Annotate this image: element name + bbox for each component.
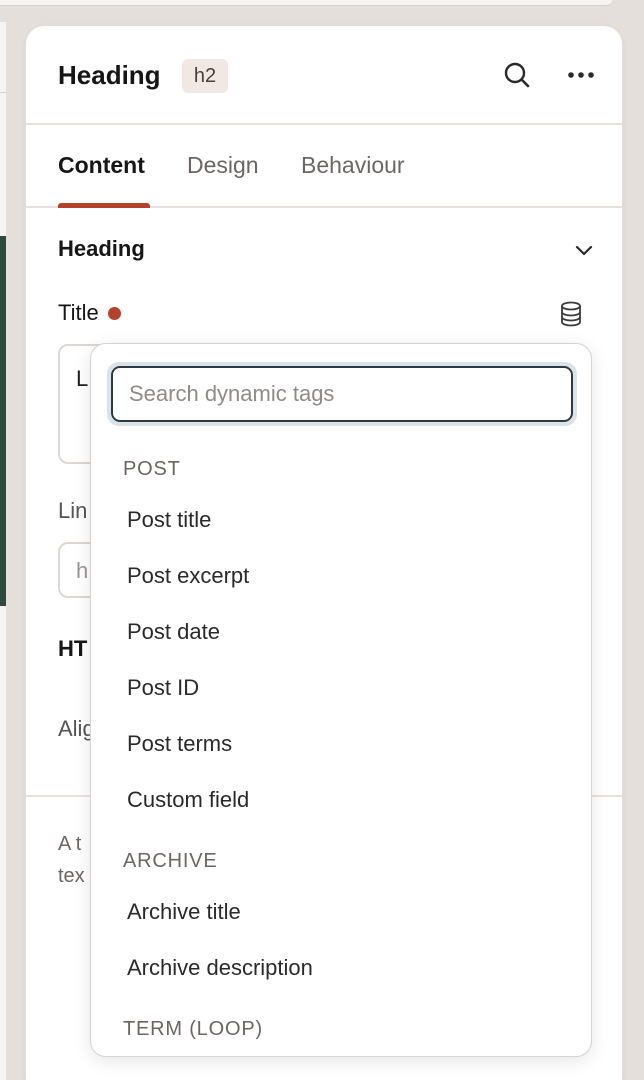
panel-title: Heading xyxy=(58,60,161,90)
active-tab-indicator xyxy=(58,203,150,208)
search-icon xyxy=(504,62,530,88)
dynamic-tags-search-input[interactable] xyxy=(111,366,573,422)
menu-item-post-excerpt[interactable]: Post excerpt xyxy=(113,552,571,600)
chevron-down-icon xyxy=(575,245,593,256)
section-toggle[interactable] xyxy=(570,236,598,264)
database-icon xyxy=(561,301,581,327)
search-button[interactable] xyxy=(500,58,534,92)
tab-content[interactable]: Content xyxy=(58,152,145,179)
menu-item-post-id[interactable]: Post ID xyxy=(113,664,571,712)
group-label-archive: ARCHIVE xyxy=(123,850,218,872)
panel-tabs: Content Design Behaviour xyxy=(26,126,622,208)
menu-item-post-terms[interactable]: Post terms xyxy=(113,720,571,768)
more-options-button[interactable] xyxy=(564,58,598,92)
html-tag-label: HT xyxy=(58,636,88,661)
heading-level-badge: h2 xyxy=(182,59,228,93)
dynamic-tags-dropdown: POST Post title Post excerpt Post date P… xyxy=(90,343,592,1057)
panel-header: Heading h2 xyxy=(26,26,622,125)
section-title[interactable]: Heading xyxy=(58,236,145,262)
link-label: Lin xyxy=(58,498,88,523)
canvas-divider xyxy=(0,92,6,93)
title-field-label: Title xyxy=(58,300,121,326)
tab-behaviour[interactable]: Behaviour xyxy=(301,152,405,179)
menu-item-custom-field[interactable]: Custom field xyxy=(113,776,571,824)
canvas-block xyxy=(0,236,6,606)
required-indicator xyxy=(107,306,121,320)
group-label-post: POST xyxy=(123,458,181,480)
more-horizontal-icon xyxy=(568,72,594,78)
search-focus-ring xyxy=(107,362,577,426)
menu-item-post-title[interactable]: Post title xyxy=(113,496,571,544)
group-label-term-loop: TERM (LOOP) xyxy=(123,1018,263,1040)
top-bar xyxy=(0,0,612,6)
title-label-text: Title xyxy=(58,300,99,325)
menu-item-post-date[interactable]: Post date xyxy=(113,608,571,656)
tab-design[interactable]: Design xyxy=(187,152,259,179)
menu-item-archive-title[interactable]: Archive title xyxy=(113,888,571,936)
menu-item-archive-description[interactable]: Archive description xyxy=(113,944,571,992)
dynamic-tags-button[interactable] xyxy=(556,299,586,329)
